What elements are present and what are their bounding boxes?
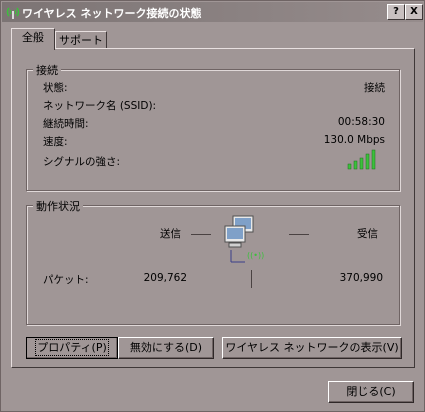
signal-bar — [353, 160, 358, 170]
status-label: 状態: — [43, 82, 68, 94]
status-value: 接続 — [364, 82, 385, 94]
connection-legend: 接続 — [33, 62, 61, 78]
packets-label: パケット: — [43, 274, 89, 286]
close-window-button[interactable]: X — [405, 4, 423, 20]
properties-button[interactable]: プロパティ(P) — [26, 337, 118, 359]
disable-button[interactable]: 無効にする(D) — [118, 337, 214, 359]
window-title: ワイヤレス ネットワーク接続の状態 — [22, 7, 202, 20]
signal-strength-label: シグナルの強さ: — [43, 156, 121, 168]
received-divider — [289, 234, 309, 235]
activity-group: 動作状況 送信 ((•)) 受信 パケット: 209,762 370,990 — [26, 198, 400, 325]
signal-bar — [347, 163, 352, 170]
properties-button-label: プロパティ(P) — [35, 339, 109, 356]
tab-panel-general: 接続 状態: 接続 ネットワーク名 (SSID): 継続時間: 00:58:30… — [11, 48, 415, 368]
signal-bar — [365, 153, 370, 170]
signal-bar — [359, 157, 364, 170]
speed-label: 速度: — [43, 136, 68, 148]
sent-divider — [191, 234, 211, 235]
speed-value: 130.0 Mbps — [323, 134, 385, 146]
packets-received-value: 370,990 — [339, 272, 383, 284]
tab-support[interactable]: サポート — [55, 31, 107, 49]
title-bar[interactable]: ワイヤレス ネットワーク接続の状態 ? X — [2, 2, 423, 22]
network-activity-icon: ((•)) — [224, 215, 264, 263]
wireless-network-icon — [6, 7, 20, 19]
close-button[interactable]: 閉じる(C) — [328, 381, 414, 403]
received-label: 受信 — [357, 228, 378, 240]
signal-bar — [371, 149, 376, 170]
tab-general[interactable]: 全般 — [11, 28, 55, 50]
view-wireless-networks-button[interactable]: ワイヤレス ネットワークの表示(V) — [222, 337, 402, 359]
signal-strength-icon — [347, 149, 376, 170]
activity-divider — [251, 270, 252, 288]
duration-value: 00:58:30 — [337, 116, 385, 128]
packets-sent-value: 209,762 — [143, 272, 187, 284]
duration-label: 継続時間: — [43, 118, 89, 130]
connection-group: 接続 状態: 接続 ネットワーク名 (SSID): 継続時間: 00:58:30… — [26, 62, 400, 191]
tab-label: サポート — [59, 34, 103, 47]
sent-label: 送信 — [160, 228, 181, 240]
ssid-label: ネットワーク名 (SSID): — [43, 100, 157, 112]
status-dialog: ワイヤレス ネットワーク接続の状態 ? X 全般 サポート 接続 状態: 接続 … — [0, 0, 425, 412]
activity-legend: 動作状況 — [33, 198, 83, 214]
wireless-glyph: ((•)) — [247, 251, 264, 260]
help-button[interactable]: ? — [387, 4, 405, 20]
tab-label: 全般 — [22, 31, 44, 44]
